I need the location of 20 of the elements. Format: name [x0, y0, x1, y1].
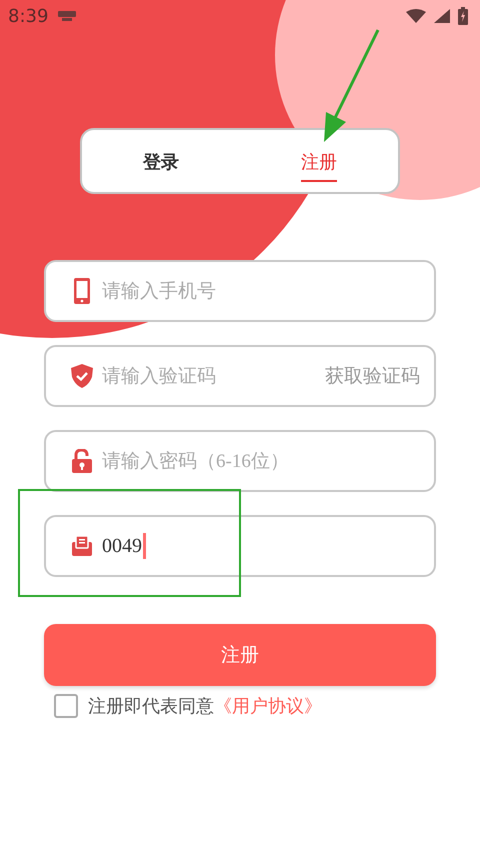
keyboard-icon	[58, 11, 76, 21]
input-field[interactable]: 0049	[44, 515, 436, 577]
shield-check-icon	[71, 364, 93, 388]
agreement-text: 注册即代表同意	[88, 695, 214, 718]
envelope-icon	[72, 536, 92, 556]
padlock-icon	[72, 449, 92, 473]
status-time: 8:39	[8, 6, 48, 26]
input-field[interactable]: 请输入密码（6-16位）	[44, 430, 436, 492]
signal-icon	[434, 9, 450, 23]
battery-icon	[458, 7, 468, 25]
input-field[interactable]: 请输入验证码 获取验证码	[44, 345, 436, 407]
get-code-link[interactable]: 获取验证码	[325, 363, 420, 389]
register-button[interactable]: 注册	[44, 624, 436, 686]
user-agreement-link[interactable]: 《用户协议》	[214, 694, 322, 718]
phone-icon	[74, 278, 90, 304]
agreement-checkbox[interactable]	[54, 694, 78, 718]
wifi-icon	[406, 9, 426, 23]
tab[interactable]: 注册	[240, 130, 398, 192]
input-field[interactable]: 请输入手机号	[44, 260, 436, 322]
tab[interactable]: 登录	[82, 130, 240, 192]
